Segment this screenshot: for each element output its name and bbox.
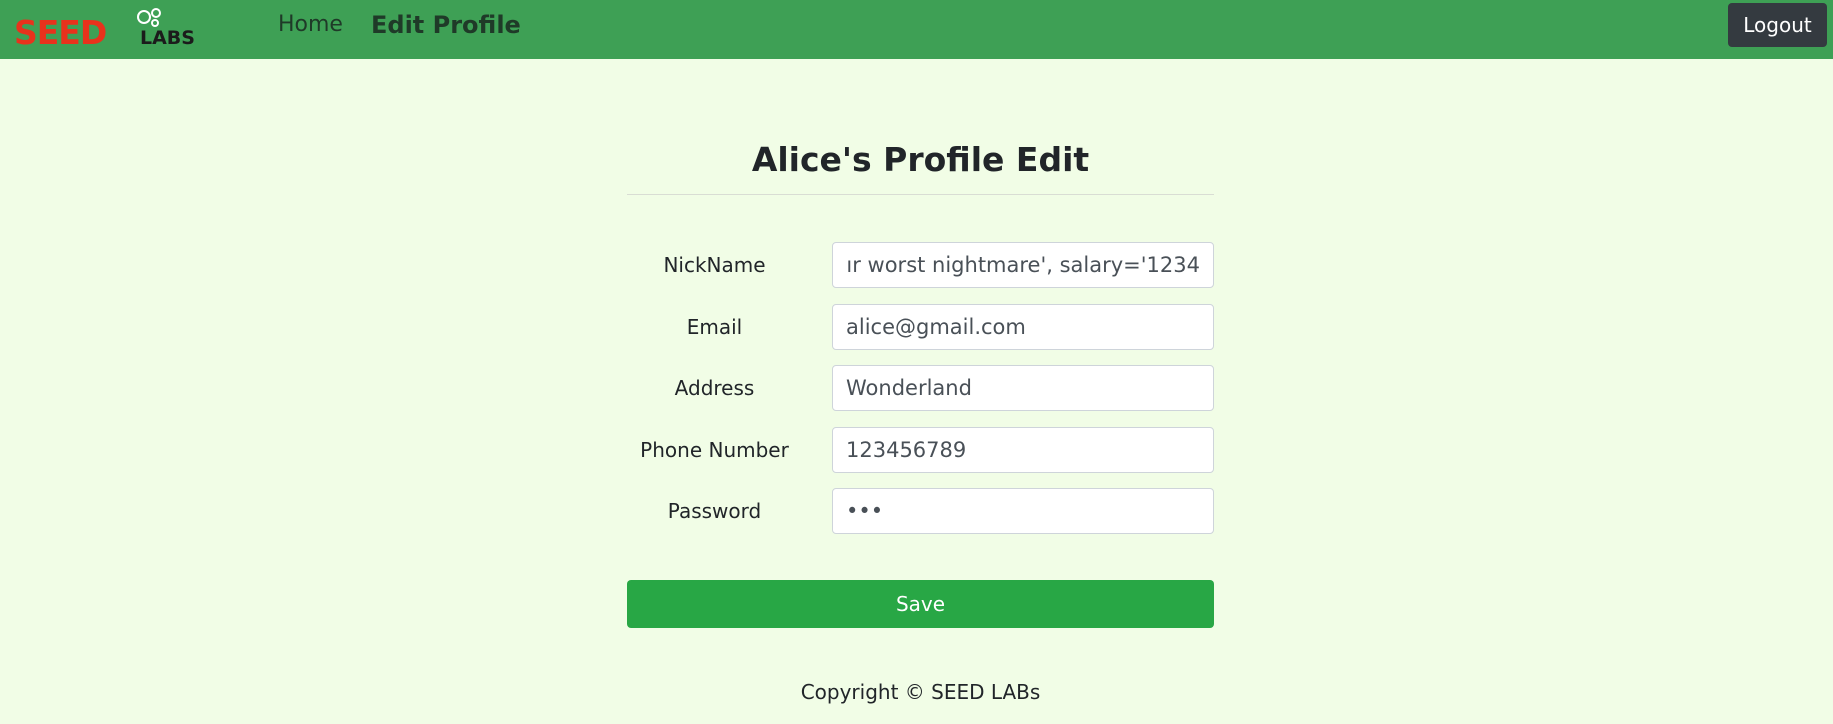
save-button[interactable]: Save	[627, 580, 1214, 628]
footer-copyright: Copyright © SEED LABs	[800, 680, 1041, 704]
phone-row: Phone Number	[627, 427, 1214, 473]
address-label: Address	[674, 376, 755, 400]
nav-edit-profile-link[interactable]: Edit Profile	[371, 11, 521, 39]
svg-text:LABS: LABS	[140, 27, 195, 49]
nav-home-link[interactable]: Home	[278, 12, 343, 37]
page-title: Alice's Profile Edit	[751, 140, 1090, 179]
phone-label: Phone Number	[640, 438, 789, 462]
address-row: Address	[627, 365, 1214, 411]
nickname-input[interactable]	[832, 242, 1214, 288]
address-input[interactable]	[832, 365, 1214, 411]
seed-labs-logo[interactable]: SEED LABS	[14, 4, 214, 50]
svg-text:SEED: SEED	[14, 13, 106, 50]
nickname-row: NickName	[627, 242, 1214, 288]
top-navbar: SEED LABS Home Edit Profile Logout	[0, 0, 1833, 59]
email-row: Email	[627, 304, 1214, 350]
password-label: Password	[667, 499, 762, 523]
password-input[interactable]	[832, 488, 1214, 534]
nickname-label: NickName	[663, 253, 766, 277]
email-label: Email	[686, 315, 743, 339]
phone-input[interactable]	[832, 427, 1214, 473]
password-row: Password	[627, 488, 1214, 534]
title-divider	[627, 194, 1214, 195]
email-input[interactable]	[832, 304, 1214, 350]
logout-button[interactable]: Logout	[1728, 3, 1827, 47]
